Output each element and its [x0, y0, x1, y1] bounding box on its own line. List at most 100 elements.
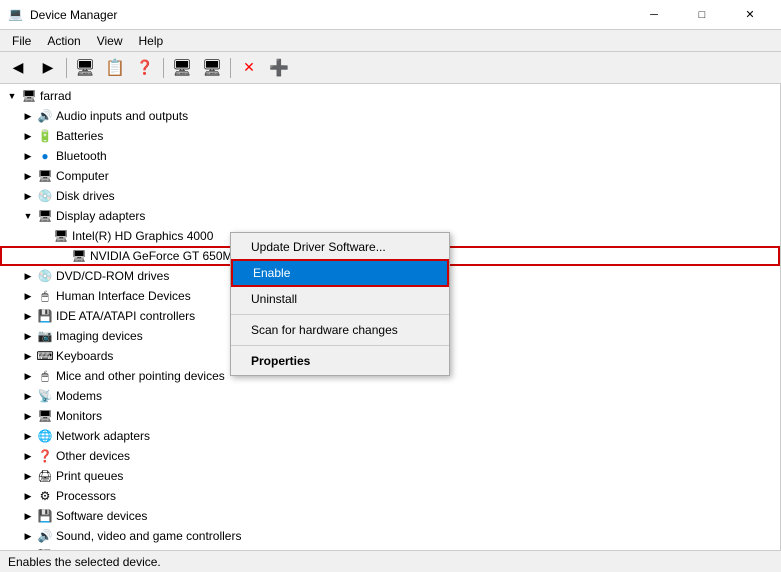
tree-item-computer[interactable]: ▶ 🖥 Computer — [0, 166, 780, 186]
display-icon: 🖥 — [37, 208, 53, 224]
software-toggle[interactable]: ▶ — [20, 508, 36, 524]
computer-label: Computer — [56, 169, 109, 183]
other-icon: ❓ — [37, 448, 53, 464]
diskdrives-label: Disk drives — [56, 189, 115, 203]
audio-label: Audio inputs and outputs — [56, 109, 188, 123]
toolbar-properties[interactable]: 📋 — [101, 55, 129, 81]
context-properties[interactable]: Properties — [231, 349, 449, 373]
software-icon: 💾 — [37, 508, 53, 524]
tree-item-diskdrives[interactable]: ▶ 💿 Disk drives — [0, 186, 780, 206]
ide-icon: 💾 — [37, 308, 53, 324]
keyboards-label: Keyboards — [56, 349, 113, 363]
menu-help[interactable]: Help — [131, 32, 172, 50]
toolbar-add[interactable]: ➕ — [265, 55, 293, 81]
tree-item-monitors[interactable]: ▶ 🖥 Monitors — [0, 406, 780, 426]
toolbar-forward[interactable]: ▶ — [34, 55, 62, 81]
modems-toggle[interactable]: ▶ — [20, 388, 36, 404]
tree-item-modems[interactable]: ▶ 📡 Modems — [0, 386, 780, 406]
context-uninstall[interactable]: Uninstall — [231, 287, 449, 311]
diskdrives-toggle[interactable]: ▶ — [20, 188, 36, 204]
nvidia-label: NVIDIA GeForce GT 650M — [90, 249, 233, 263]
tree-item-sound[interactable]: ▶ 🔊 Sound, video and game controllers — [0, 526, 780, 546]
monitors-icon: 🖥 — [37, 408, 53, 424]
dvd-label: DVD/CD-ROM drives — [56, 269, 169, 283]
processors-label: Processors — [56, 489, 116, 503]
sound-icon: 🔊 — [37, 528, 53, 544]
tree-root[interactable]: ▼ 🖥 farrad — [0, 86, 780, 106]
dvd-icon: 💿 — [37, 268, 53, 284]
context-update-driver[interactable]: Update Driver Software... — [231, 235, 449, 259]
hid-toggle[interactable]: ▶ — [20, 288, 36, 304]
batteries-toggle[interactable]: ▶ — [20, 128, 36, 144]
restore-button[interactable]: □ — [679, 0, 725, 30]
tree-item-processors[interactable]: ▶ ⚙ Processors — [0, 486, 780, 506]
context-scan[interactable]: Scan for hardware changes — [231, 318, 449, 342]
menu-bar: File Action View Help — [0, 30, 781, 52]
dvd-toggle[interactable]: ▶ — [20, 268, 36, 284]
imaging-icon: 📷 — [37, 328, 53, 344]
imaging-toggle[interactable]: ▶ — [20, 328, 36, 344]
ide-toggle[interactable]: ▶ — [20, 308, 36, 324]
intelhd-toggle — [36, 228, 52, 244]
toolbar-help[interactable]: ❓ — [131, 55, 159, 81]
network-toggle[interactable]: ▶ — [20, 428, 36, 444]
menu-view[interactable]: View — [89, 32, 131, 50]
print-icon: 🖨 — [37, 468, 53, 484]
menu-action[interactable]: Action — [39, 32, 88, 50]
tree-item-network[interactable]: ▶ 🌐 Network adapters — [0, 426, 780, 446]
close-button[interactable]: ✕ — [727, 0, 773, 30]
tree-item-print[interactable]: ▶ 🖨 Print queues — [0, 466, 780, 486]
ide-label: IDE ATA/ATAPI controllers — [56, 309, 195, 323]
display-toggle[interactable]: ▼ — [20, 208, 36, 224]
intelhd-label: Intel(R) HD Graphics 4000 — [72, 229, 213, 243]
window-controls: ─ □ ✕ — [631, 0, 773, 30]
modems-label: Modems — [56, 389, 102, 403]
batteries-icon: 🔋 — [37, 128, 53, 144]
tree-item-other[interactable]: ▶ ❓ Other devices — [0, 446, 780, 466]
toolbar-computer[interactable]: 🖥 — [71, 55, 99, 81]
processors-toggle[interactable]: ▶ — [20, 488, 36, 504]
mice-toggle[interactable]: ▶ — [20, 368, 36, 384]
display-label: Display adapters — [56, 209, 145, 223]
network-icon: 🌐 — [37, 428, 53, 444]
storage-toggle[interactable]: ▶ — [20, 548, 36, 550]
mice-label: Mice and other pointing devices — [56, 369, 225, 383]
sound-toggle[interactable]: ▶ — [20, 528, 36, 544]
toolbar: ◀ ▶ 🖥 📋 ❓ 🖥 🖥 ✕ ➕ — [0, 52, 781, 84]
batteries-label: Batteries — [56, 129, 103, 143]
print-toggle[interactable]: ▶ — [20, 468, 36, 484]
root-label: farrad — [40, 89, 71, 103]
toolbar-back[interactable]: ◀ — [4, 55, 32, 81]
root-toggle[interactable]: ▼ — [4, 88, 20, 104]
audio-icon: 🔊 — [37, 108, 53, 124]
context-enable[interactable]: Enable — [231, 259, 449, 287]
tree-item-bluetooth[interactable]: ▶ ● Bluetooth — [0, 146, 780, 166]
status-text: Enables the selected device. — [8, 555, 161, 569]
modems-icon: 📡 — [37, 388, 53, 404]
bluetooth-icon: ● — [37, 148, 53, 164]
toolbar-display2[interactable]: 🖥 — [198, 55, 226, 81]
toolbar-separator-3 — [230, 58, 231, 78]
computer-toggle[interactable]: ▶ — [20, 168, 36, 184]
sound-label: Sound, video and game controllers — [56, 529, 241, 543]
tree-item-software[interactable]: ▶ 💾 Software devices — [0, 506, 780, 526]
nvidia-toggle — [54, 248, 70, 264]
network-label: Network adapters — [56, 429, 150, 443]
tree-item-displayadapters[interactable]: ▼ 🖥 Display adapters — [0, 206, 780, 226]
tree-item-storage[interactable]: ▶ 💾 Storage controllers — [0, 546, 780, 550]
menu-file[interactable]: File — [4, 32, 39, 50]
tree-item-batteries[interactable]: ▶ 🔋 Batteries — [0, 126, 780, 146]
audio-toggle[interactable]: ▶ — [20, 108, 36, 124]
keyboards-toggle[interactable]: ▶ — [20, 348, 36, 364]
toolbar-remove[interactable]: ✕ — [235, 55, 263, 81]
computer-node-icon: 🖥 — [37, 168, 53, 184]
toolbar-display[interactable]: 🖥 — [168, 55, 196, 81]
imaging-label: Imaging devices — [56, 329, 143, 343]
other-label: Other devices — [56, 449, 130, 463]
minimize-button[interactable]: ─ — [631, 0, 677, 30]
other-toggle[interactable]: ▶ — [20, 448, 36, 464]
hid-icon: 🖱 — [37, 288, 53, 304]
bluetooth-toggle[interactable]: ▶ — [20, 148, 36, 164]
tree-item-audio[interactable]: ▶ 🔊 Audio inputs and outputs — [0, 106, 780, 126]
monitors-toggle[interactable]: ▶ — [20, 408, 36, 424]
